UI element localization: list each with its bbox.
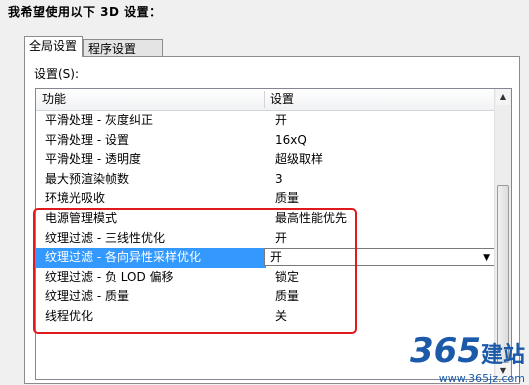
setting-cell: 16xQ (275, 132, 307, 147)
feature-cell: 电源管理模式 (45, 210, 118, 225)
table-row[interactable]: 平滑处理 - 灰度纠正 开 (36, 111, 496, 131)
setting-cell: 3 (275, 171, 283, 186)
tab-global-settings[interactable]: 全局设置 (24, 36, 83, 57)
setting-cell: 超级取样 (275, 152, 324, 167)
column-header-setting[interactable]: 设置 (270, 89, 294, 110)
table-row-selected[interactable]: 纹理过滤 - 各向异性采样优化 开 ▼ (36, 248, 496, 268)
column-header-feature[interactable]: 功能 (42, 89, 66, 110)
feature-cell: 纹理过滤 - 三线性优化 (45, 230, 165, 245)
dropdown-value: 开 (270, 250, 283, 265)
feature-cell: 最大预渲染帧数 (45, 171, 130, 186)
tab-program-settings[interactable]: 程序设置 (83, 39, 163, 57)
feature-cell: 环境光吸收 (45, 191, 106, 206)
site-url: www.365jz.com (438, 372, 525, 385)
setting-cell: 质量 (275, 191, 300, 206)
table-header: 功能 设置 (36, 89, 496, 111)
page-heading: 我希望使用以下 3D 设置： (8, 5, 162, 19)
table-row[interactable]: 纹理过滤 - 三线性优化 开 (36, 229, 496, 249)
table-row[interactable]: 纹理过滤 - 质量 质量 (36, 287, 496, 307)
feature-cell: 线程优化 (45, 308, 94, 323)
table-row[interactable]: 平滑处理 - 透明度 超级取样 (36, 150, 496, 170)
feature-cell: 纹理过滤 - 质量 (45, 289, 129, 304)
setting-cell: 最高性能优先 (275, 210, 348, 225)
table-row[interactable]: 环境光吸收 质量 (36, 189, 496, 209)
table-row[interactable]: 最大预渲染帧数 3 (36, 170, 496, 190)
setting-cell: 关 (275, 308, 288, 323)
table-rows: 平滑处理 - 灰度纠正 开 平滑处理 - 设置 16xQ 平滑处理 - 透明度 … (36, 111, 496, 327)
column-divider[interactable] (264, 91, 265, 108)
setting-cell: 锁定 (275, 269, 300, 284)
setting-cell: 开 (275, 230, 288, 245)
setting-dropdown[interactable]: 开 ▼ (264, 248, 495, 267)
feature-cell: 平滑处理 - 灰度纠正 (45, 113, 153, 127)
feature-cell: 纹理过滤 - 各向异性采样优化 (36, 248, 266, 268)
feature-cell: 平滑处理 - 透明度 (45, 152, 141, 167)
chevron-down-icon[interactable]: ▼ (483, 250, 490, 266)
table-row[interactable]: 平滑处理 - 设置 16xQ (36, 131, 496, 151)
setting-cell: 开 (275, 113, 288, 127)
settings-label: 设置(S): (34, 67, 80, 81)
table-row[interactable]: 线程优化 关 (36, 307, 496, 327)
triangle-up-icon[interactable]: ▲ (496, 89, 510, 105)
table-row[interactable]: 纹理过滤 - 负 LOD 偏移 锁定 (36, 268, 496, 288)
logo-suffix: 建站 (480, 343, 525, 368)
feature-cell: 平滑处理 - 设置 (45, 132, 129, 147)
logo-number: 365 (410, 331, 481, 371)
site-logo: 365建站 (410, 334, 525, 373)
table-row[interactable]: 电源管理模式 最高性能优先 (36, 209, 496, 229)
setting-cell: 质量 (275, 289, 300, 304)
feature-cell: 纹理过滤 - 负 LOD 偏移 (45, 269, 174, 284)
